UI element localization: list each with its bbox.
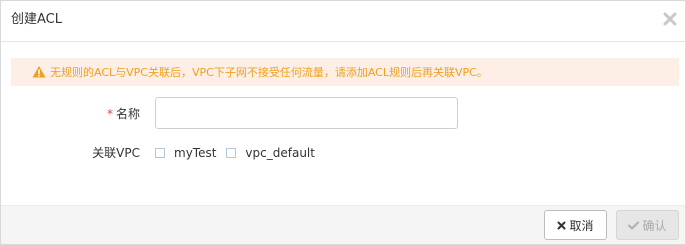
checkbox[interactable]	[155, 147, 165, 158]
vpc-option-mytest[interactable]: myTest	[155, 146, 216, 160]
dialog-title: 创建ACL	[11, 12, 62, 27]
required-mark: *	[106, 106, 113, 121]
vpc-row: 关联VPC myTest vpc_default	[1, 144, 685, 161]
x-icon	[557, 221, 566, 229]
close-icon[interactable]	[662, 11, 678, 27]
vpc-option-label: myTest	[174, 145, 217, 160]
vpc-label: 关联VPC	[92, 146, 140, 160]
name-label: 名称	[115, 106, 140, 121]
vpc-option-vpc-default[interactable]: vpc_default	[226, 146, 315, 160]
name-input[interactable]	[155, 97, 458, 129]
confirm-button[interactable]: 确认	[616, 210, 679, 240]
vpc-option-label: vpc_default	[245, 145, 315, 160]
alert-text: 无规则的ACL与VPC关联后，VPC下子网不接受任何流量，请添加ACL规则后再关…	[50, 66, 488, 79]
check-icon	[628, 221, 640, 229]
dialog-footer: 取消 确认	[1, 205, 685, 244]
checkbox[interactable]	[226, 147, 237, 158]
dialog-header: 创建ACL	[1, 1, 685, 42]
cancel-button[interactable]: 取消	[544, 210, 607, 240]
warning-icon	[32, 65, 46, 79]
confirm-label: 确认	[642, 218, 667, 233]
cancel-label: 取消	[569, 218, 594, 233]
create-acl-dialog: 创建ACL 无规则的ACL与VPC关联后，VPC下子网不接受任何流量，请添加AC…	[0, 0, 686, 245]
name-label-wrap: * 名称	[1, 105, 155, 122]
warning-alert: 无规则的ACL与VPC关联后，VPC下子网不接受任何流量，请添加ACL规则后再关…	[11, 58, 679, 86]
name-row: * 名称	[1, 97, 685, 129]
